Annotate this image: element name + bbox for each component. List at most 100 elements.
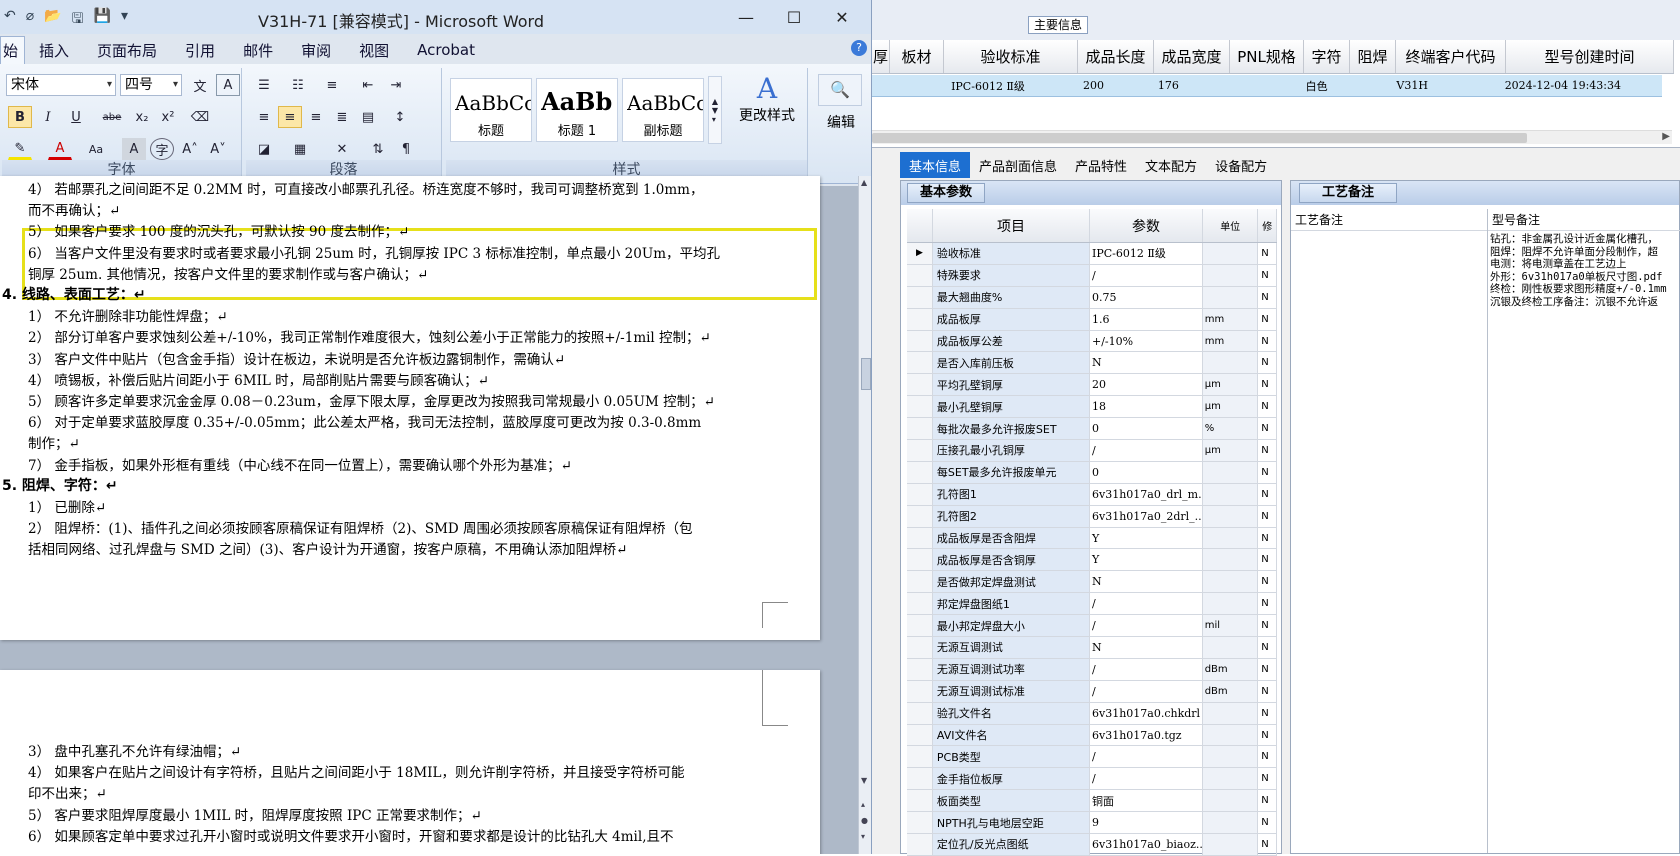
params-cell-flag[interactable]: N [1258, 593, 1277, 615]
table-row[interactable]: ▶ 验收标准 IPC-6012 Ⅱ级 N [907, 243, 1277, 265]
params-cell-item[interactable]: AVI文件名 [932, 724, 1090, 746]
redo-icon[interactable]: ⌀ [26, 8, 34, 32]
underline-button[interactable]: U [64, 106, 88, 128]
params-cell-param[interactable]: N [1090, 571, 1203, 593]
grid-header-cell[interactable]: 阻焊 [1350, 40, 1396, 73]
table-row[interactable]: NPTH孔与电地层空距 9 N [907, 812, 1277, 835]
grid-cell[interactable] [872, 75, 890, 96]
grid-header-cell[interactable]: 厚 [872, 40, 890, 73]
params-cell-flag[interactable]: N [1258, 834, 1277, 855]
params-cell-flag[interactable]: N [1258, 615, 1277, 637]
params-cell-unit[interactable]: dBm [1202, 680, 1259, 702]
grid-header-cell[interactable]: 成品宽度 [1154, 40, 1230, 73]
align-right-icon[interactable]: ≡ [304, 106, 328, 128]
grid-cell[interactable] [1225, 75, 1298, 96]
grid-cell[interactable]: 200 [1075, 75, 1150, 96]
table-row[interactable]: 验孔文件名 6v31h017a0.chkdrl N [907, 702, 1277, 725]
justify-icon[interactable]: ≣ [330, 106, 354, 128]
params-cell-unit[interactable]: dBm [1202, 658, 1259, 680]
params-cell-flag[interactable]: N [1258, 768, 1277, 790]
params-cell-flag[interactable]: N [1258, 374, 1277, 396]
process-title[interactable]: 工艺备注 [1299, 183, 1398, 203]
table-row[interactable]: 每批次最多允许报废SET 0% N [907, 418, 1277, 441]
scroll-down-icon[interactable]: ▼ [861, 776, 867, 785]
model-notes-text[interactable]: 钻孔：非金属孔设计近金属化槽孔， 阻焊：阻焊不允许单面分段制作，超 电测：将电测章盖… [1488, 231, 1680, 310]
params-cell-item[interactable]: PCB类型 [932, 746, 1090, 768]
params-cell-item[interactable]: 最小孔壁铜厚 [932, 396, 1090, 418]
table-row[interactable]: 板面类型 铜面 N [907, 790, 1277, 813]
style-title[interactable]: AaBbCcI 标题 [450, 78, 532, 142]
char-border-icon[interactable]: A [216, 74, 240, 96]
params-cell-flag[interactable]: N [1258, 637, 1277, 658]
sort-icon[interactable]: ⇅ [366, 138, 390, 160]
table-row[interactable]: 最小邦定焊盘大小 / mil N [907, 615, 1277, 638]
params-cell-flag[interactable]: N [1258, 396, 1277, 418]
phonetic-guide-icon[interactable]: 文 [188, 74, 212, 96]
params-cell-param[interactable]: N [1090, 637, 1203, 658]
params-cell-item[interactable]: 每批次最多允许报废SET [932, 418, 1090, 440]
table-row[interactable]: 孔符图1 6v31h017a0_drl_m... N [907, 483, 1277, 506]
params-cell-param[interactable]: 1.6 [1090, 308, 1203, 330]
table-row[interactable]: 是否入库前压板 N N [907, 352, 1277, 375]
params-cell-item[interactable]: 每SET最多允许报废单元 [932, 461, 1090, 483]
detail-tab[interactable]: 设备配方 [1206, 152, 1276, 178]
tab-main-info[interactable]: 主要信息 [1028, 16, 1089, 34]
bold-button[interactable]: B [8, 106, 32, 128]
params-cell-unit[interactable]: μm [1202, 396, 1259, 418]
table-row[interactable]: 成品板厚公差 +/-10% mm N [907, 330, 1277, 353]
process-notes-column[interactable]: 工艺备注 [1291, 209, 1488, 853]
params-cell-param[interactable]: 20 [1090, 374, 1203, 396]
tab-4[interactable]: 邮件 [229, 36, 287, 64]
table-row[interactable]: 成品板厚是否含铜厚 Y N [907, 549, 1277, 572]
params-cell-param[interactable]: +/-10% [1090, 330, 1203, 352]
strikethrough-button[interactable]: abe [100, 106, 124, 128]
decrease-indent-icon[interactable]: ⇤ [356, 74, 380, 96]
table-row[interactable]: 无源互调测试标准 / dBm N [907, 680, 1277, 703]
params-cell-flag[interactable]: N [1258, 790, 1277, 812]
distribute-icon[interactable]: ▤ [356, 106, 380, 128]
params-cell-unit[interactable] [1202, 812, 1259, 834]
bullets-icon[interactable]: ☰ [252, 74, 276, 96]
params-cell-item[interactable]: 成品板厚 [932, 308, 1090, 330]
params-cell-flag[interactable]: N [1258, 812, 1277, 834]
highlight-color-icon[interactable]: ✎ [8, 138, 32, 160]
params-cell-unit[interactable] [1202, 527, 1259, 549]
params-cell-item[interactable]: 成品板厚是否含铜厚 [932, 549, 1090, 571]
params-cell-param[interactable]: 6v31h017a0_drl_m... [1090, 483, 1203, 505]
prev-page-icon[interactable]: ▴ [861, 800, 865, 809]
params-cell-flag[interactable]: N [1258, 746, 1277, 768]
params-cell-unit[interactable] [1202, 549, 1259, 571]
params-cell-unit[interactable] [1202, 571, 1259, 593]
vertical-scrollbar[interactable]: ▲ ▼ ▴ ● ▾ [858, 176, 871, 854]
browse-object-icon[interactable]: ● [861, 816, 868, 825]
params-cell-item[interactable]: 验孔文件名 [932, 702, 1090, 724]
params-cell-flag[interactable]: N [1258, 505, 1277, 527]
params-cell-unit[interactable] [1202, 483, 1259, 505]
table-row[interactable]: PCB类型 / N [907, 746, 1277, 769]
params-cell-unit[interactable] [1202, 790, 1259, 812]
tab-1[interactable]: 插入 [25, 36, 83, 64]
params-cell-param[interactable]: / [1090, 440, 1203, 461]
scroll-right-icon[interactable]: ▶ [1662, 131, 1670, 142]
params-cell-unit[interactable] [1202, 461, 1259, 483]
params-cell-unit[interactable]: μm [1202, 374, 1259, 396]
open-icon[interactable]: 📂 [44, 8, 61, 32]
params-cell-flag[interactable]: N [1258, 724, 1277, 746]
params-cell-item[interactable]: 孔符图2 [932, 505, 1090, 527]
params-cell-item[interactable]: 最大翘曲度% [932, 286, 1090, 308]
increase-indent-icon[interactable]: ⇥ [384, 74, 408, 96]
params-cell-item[interactable]: 压接孔最小孔铜厚 [932, 440, 1090, 461]
char-shading-button[interactable]: A [122, 138, 146, 160]
horizontal-scrollbar[interactable]: ▶ [872, 130, 1672, 144]
grid-cell[interactable]: 2024-12-04 19:43:34 [1497, 75, 1662, 96]
params-cell-flag[interactable]: N [1258, 243, 1277, 264]
params-cell-param[interactable]: 0.75 [1090, 286, 1203, 308]
undo-icon[interactable]: ↶ [4, 8, 16, 32]
table-row[interactable]: 特殊要求 / N [907, 264, 1277, 287]
params-cell-unit[interactable] [1202, 768, 1259, 790]
grid-cell[interactable]: V31H [1388, 75, 1496, 96]
styles-scroll-icon[interactable]: ▲ ▼ ▾ [708, 76, 722, 144]
params-cell-flag[interactable]: N [1258, 264, 1277, 286]
params-cell-unit[interactable]: μm [1202, 440, 1259, 461]
params-cell-unit[interactable] [1202, 637, 1259, 658]
